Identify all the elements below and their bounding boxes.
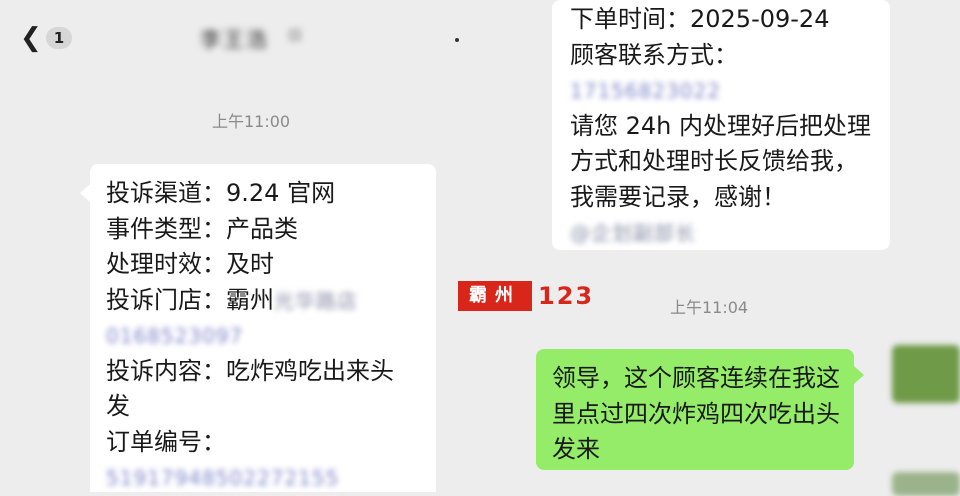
left-chat-pane: ❮ 1 李王浩 上午11:00 投诉渠道：9.24 官网 事件类型：产品类 处理… <box>0 0 480 492</box>
order-number-blurred: 51917948502272155 <box>106 466 340 490</box>
order-info-message-bubble[interactable]: 下单时间：2025-09-24 顾客联系方式： 17156823022 请您 2… <box>552 0 890 250</box>
complaint-message-bubble[interactable]: 投诉渠道：9.24 官网 事件类型：产品类 处理时效：及时 投诉门店：霸州光华路… <box>90 164 436 492</box>
order-number-line: 51917948502272155 <box>106 460 436 492</box>
request-line-2: 方式和处理时长反馈给我， <box>570 147 858 175</box>
store-phone-line: 0168523097 <box>106 318 436 354</box>
watermark-seal: 霸州 <box>458 281 532 311</box>
chat-title-icon <box>288 28 302 42</box>
message-timestamp: 上午11:00 <box>212 112 291 131</box>
mention-line: @企划副部长 <box>570 215 890 251</box>
store-phone-blurred: 0168523097 <box>106 324 244 348</box>
order-number-label: 订单编号： <box>106 427 226 456</box>
event-type-line: 事件类型：产品类 <box>106 214 298 243</box>
watermark-number: 123 <box>538 282 595 310</box>
contact-phone-blurred: 17156823022 <box>570 79 721 103</box>
complaint-channel-line: 投诉渠道：9.24 官网 <box>106 179 336 207</box>
complaint-store-line: 投诉门店：霸州光华路店 <box>106 283 436 319</box>
reply-message-bubble[interactable]: 领导，这个顾客连续在我这 里点过四次炸鸡四次吃出头 发来 <box>536 349 854 470</box>
request-line-1: 请您 24h 内处理好后把处理 <box>570 111 872 140</box>
chevron-left-icon[interactable]: ❮ <box>20 24 42 52</box>
complaint-content-line: 投诉内容：吃炸鸡吃出来头 <box>106 356 394 385</box>
complaint-content-line-cont: 发 <box>106 392 130 420</box>
avatar[interactable] <box>892 345 960 403</box>
store-label: 投诉门店：霸州 <box>106 285 274 314</box>
store-name-blurred: 光华路店 <box>274 288 358 313</box>
watermark: 霸州 123 <box>458 280 594 312</box>
request-line-3: 我需要记录，感谢！ <box>570 182 786 211</box>
more-icon[interactable] <box>455 38 459 42</box>
bubble-tail <box>854 366 864 384</box>
right-chat-pane: 下单时间：2025-09-24 顾客联系方式： 17156823022 请您 2… <box>480 0 960 492</box>
message-timestamp: 上午11:04 <box>670 298 749 317</box>
contact-phone-line: 17156823022 <box>570 73 890 109</box>
reply-line-2: 里点过四次炸鸡四次吃出头 <box>552 399 840 428</box>
chat-title: 李王浩 <box>200 28 269 52</box>
order-time-line: 下单时间：2025-09-24 <box>570 5 830 33</box>
handling-time-line: 处理时效：及时 <box>106 250 274 278</box>
reply-line-1: 领导，这个顾客连续在我这 <box>552 364 840 392</box>
mention-blurred: @企划副部长 <box>570 221 696 245</box>
contact-label-line: 顾客联系方式： <box>570 40 738 69</box>
unread-count-badge: 1 <box>46 27 72 49</box>
reply-line-3: 发来 <box>552 435 600 463</box>
avatar <box>892 472 960 496</box>
bubble-tail <box>80 184 90 202</box>
